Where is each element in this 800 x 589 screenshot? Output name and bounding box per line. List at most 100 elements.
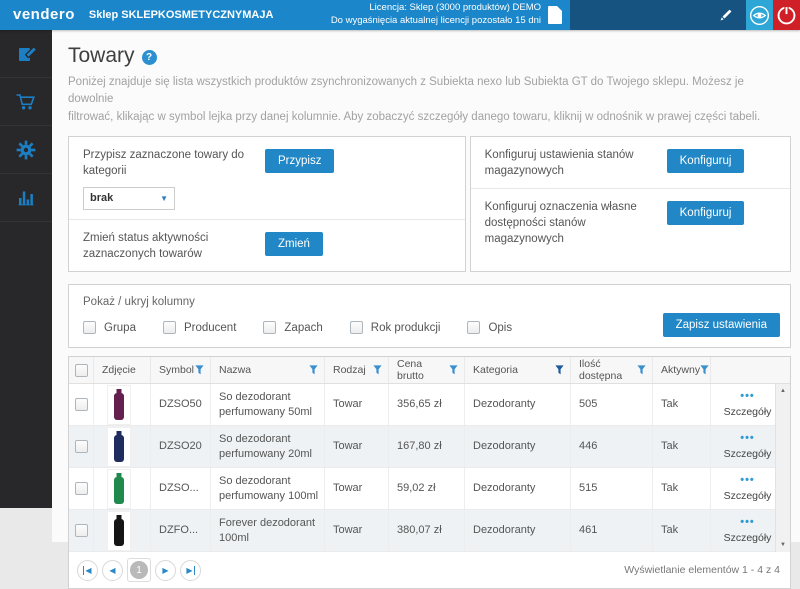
cell-type: Towar <box>325 468 389 509</box>
more-options-icon[interactable]: ••• <box>740 475 755 486</box>
product-thumbnail <box>108 470 130 508</box>
col-header-rodzaj: Rodzaj <box>325 357 389 383</box>
col-header-details <box>711 357 777 383</box>
pagination-page-1[interactable]: 1 <box>127 558 151 582</box>
details-link[interactable]: Szczegóły <box>724 489 772 503</box>
table-header-row: Zdjęcie Symbol Nazwa Rodzaj Cena brutto … <box>69 357 790 384</box>
top-bar: vendero Sklep SKLEPKOSMETYCZNYMAJA Licen… <box>0 0 800 30</box>
sidebar-item-statistics[interactable] <box>0 174 52 222</box>
filter-icon[interactable] <box>637 365 646 375</box>
license-info: Licencja: Sklep (3000 produktów) DEMO Do… <box>331 0 570 30</box>
cell-category: Dezodoranty <box>465 468 571 509</box>
cart-icon <box>15 92 37 112</box>
more-options-icon[interactable]: ••• <box>740 433 755 444</box>
category-select-value: brak <box>90 191 160 206</box>
scroll-down-icon[interactable] <box>776 538 790 552</box>
table-row: DZFO... Forever dezodorant 100ml Towar 3… <box>69 510 790 552</box>
cell-quantity: 461 <box>571 510 653 551</box>
sidebar-item-products[interactable] <box>0 30 52 78</box>
cell-price: 59,02 zł <box>389 468 465 509</box>
pagination-bar: ◀ ◀ 1 ▶ ▶ Wyświetlanie elementów 1 - 4 z… <box>69 552 790 588</box>
checkbox-producent[interactable] <box>163 321 176 334</box>
cell-quantity: 446 <box>571 426 653 467</box>
row-checkbox[interactable] <box>75 398 88 411</box>
scroll-up-icon[interactable] <box>776 384 790 398</box>
stock-config-panel: Konfiguruj ustawienia stanów magazynowyc… <box>470 136 791 272</box>
availability-label: Konfiguruj oznaczenia własne dostępności… <box>485 199 655 247</box>
product-thumbnail <box>108 386 130 424</box>
details-link[interactable]: Szczegóły <box>724 405 772 419</box>
stock-settings-button[interactable]: Konfiguruj <box>667 149 745 173</box>
pagination-prev-button[interactable]: ◀ <box>102 560 123 581</box>
checkbox-grupa[interactable] <box>83 321 96 334</box>
vendero-logo: vendero <box>0 0 75 30</box>
license-line2: Do wygaśnięcia aktualnej licencji pozost… <box>331 15 541 28</box>
pagination-next-button[interactable]: ▶ <box>155 560 176 581</box>
table-scrollbar[interactable] <box>775 384 790 552</box>
preview-shop-button[interactable] <box>746 0 773 30</box>
checkbox-item-rok-produkcji[interactable]: Rok produkcji <box>350 321 441 334</box>
sidebar-nav <box>0 30 52 508</box>
row-checkbox[interactable] <box>75 524 88 537</box>
shop-name: Sklep SKLEPKOSMETYCZNYMAJA <box>89 0 274 30</box>
table-row: DZSO50 So dezodorant perfumowany 50ml To… <box>69 384 790 426</box>
availability-button[interactable]: Konfiguruj <box>667 201 745 225</box>
cell-name: So dezodorant perfumowany 50ml <box>211 384 325 425</box>
power-icon <box>775 4 798 27</box>
document-icon <box>548 6 562 24</box>
chevron-down-icon <box>160 193 168 204</box>
main-content: Towary ? Poniżej znajduje się lista wszy… <box>52 30 800 542</box>
checkbox-opis[interactable] <box>467 321 480 334</box>
table-row: DZSO20 So dezodorant perfumowany 20ml To… <box>69 426 790 468</box>
save-settings-button[interactable]: Zapisz ustawienia <box>663 313 780 337</box>
category-actions-panel: Przypisz zaznaczone towary do kategorii … <box>68 136 466 272</box>
row-checkbox[interactable] <box>75 482 88 495</box>
col-header-cena-brutto: Cena brutto <box>389 357 465 383</box>
select-all-checkbox[interactable] <box>75 364 88 377</box>
checkbox-item-grupa[interactable]: Grupa <box>83 321 136 334</box>
filter-icon[interactable] <box>309 365 318 375</box>
cell-price: 356,65 zł <box>389 384 465 425</box>
pencil-icon[interactable] <box>717 7 734 24</box>
filter-icon[interactable] <box>449 365 458 375</box>
checkbox-item-zapach[interactable]: Zapach <box>263 321 322 334</box>
eye-icon <box>748 4 771 27</box>
gear-icon <box>16 140 36 160</box>
cell-category: Dezodoranty <box>465 510 571 551</box>
filter-icon[interactable] <box>700 365 709 375</box>
checkbox-item-opis[interactable]: Opis <box>467 321 512 334</box>
pagination-last-button[interactable]: ▶ <box>180 560 201 581</box>
pagination-info: Wyświetlanie elementów 1 - 4 z 4 <box>624 564 780 576</box>
cell-price: 380,07 zł <box>389 510 465 551</box>
row-checkbox[interactable] <box>75 440 88 453</box>
cell-quantity: 515 <box>571 468 653 509</box>
logout-button[interactable] <box>773 0 800 30</box>
col-header-kategoria: Kategoria <box>465 357 571 383</box>
cell-name: So dezodorant perfumowany 20ml <box>211 426 325 467</box>
checkbox-zapach[interactable] <box>263 321 276 334</box>
sidebar-item-settings[interactable] <box>0 126 52 174</box>
details-link[interactable]: Szczegóły <box>724 447 772 461</box>
checkbox-item-producent[interactable]: Producent <box>163 321 236 334</box>
change-status-button[interactable]: Zmień <box>265 232 323 256</box>
help-icon[interactable]: ? <box>142 50 157 65</box>
cell-category: Dezodoranty <box>465 426 571 467</box>
cell-name: So dezodorant perfumowany 100ml <box>211 468 325 509</box>
category-select[interactable]: brak <box>83 187 175 210</box>
more-options-icon[interactable]: ••• <box>740 517 755 528</box>
cell-symbol: DZSO... <box>151 468 211 509</box>
filter-icon[interactable] <box>195 365 204 375</box>
assign-button[interactable]: Przypisz <box>265 149 334 173</box>
pagination-first-button[interactable]: ◀ <box>77 560 98 581</box>
columns-panel-title: Pokaż / ukryj kolumny <box>83 296 776 308</box>
more-options-icon[interactable]: ••• <box>740 391 755 402</box>
cell-type: Towar <box>325 384 389 425</box>
sidebar-item-orders[interactable] <box>0 78 52 126</box>
filter-icon[interactable] <box>373 365 382 375</box>
filter-icon-active[interactable] <box>555 365 564 375</box>
checkbox-rok-produkcji[interactable] <box>350 321 363 334</box>
cell-symbol: DZSO50 <box>151 384 211 425</box>
cell-quantity: 505 <box>571 384 653 425</box>
details-link[interactable]: Szczegóły <box>724 531 772 545</box>
bar-chart-icon <box>16 188 36 208</box>
